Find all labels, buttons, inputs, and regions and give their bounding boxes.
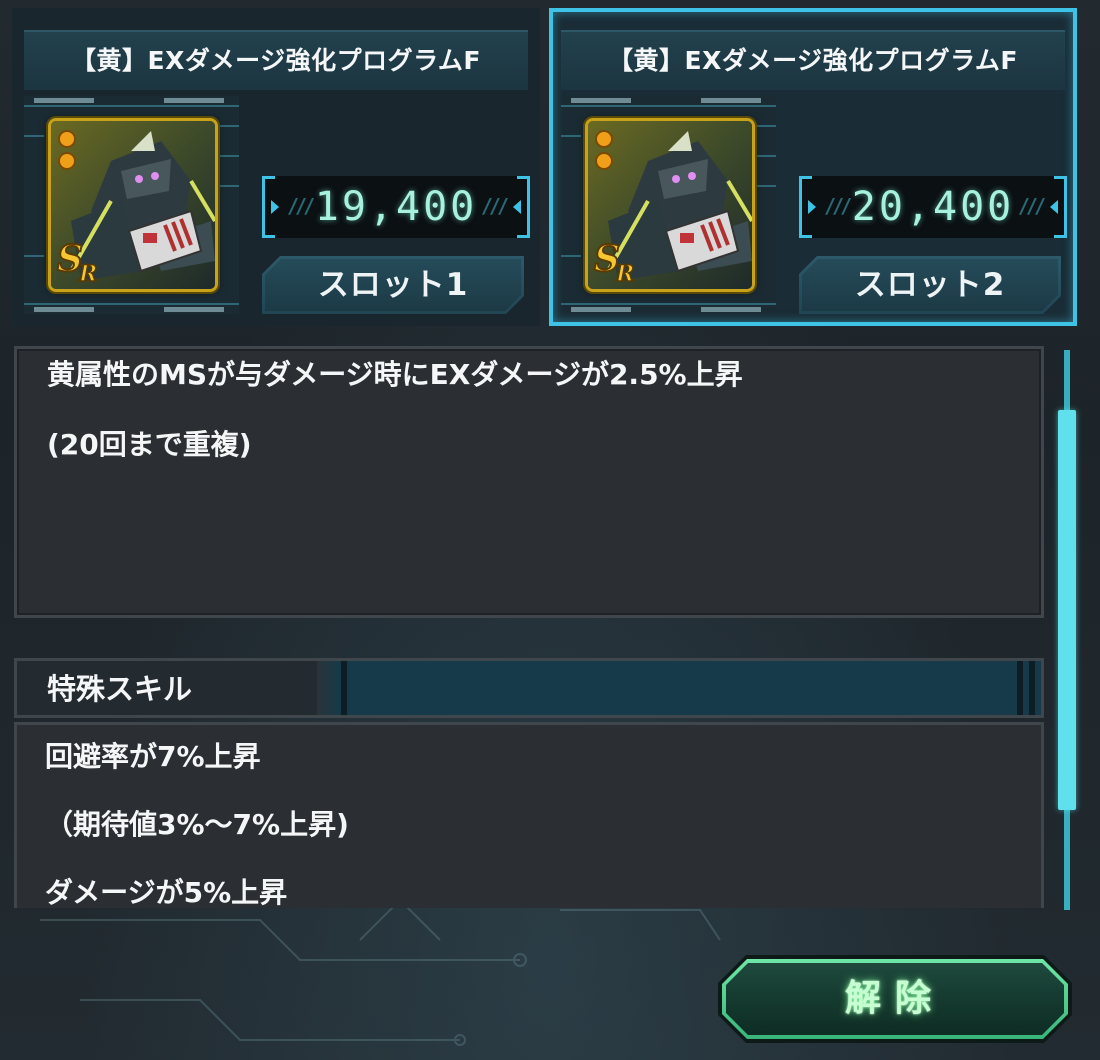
special-skill-line: （期待値3%～7%上昇) <box>45 808 349 841</box>
svg-text:R: R <box>615 261 634 287</box>
special-skill-header: 特殊スキル <box>14 658 1044 718</box>
mobile-suit-portrait: S R <box>51 121 215 289</box>
score-display: /// 19,400 /// <box>262 176 530 238</box>
item-box: S R <box>561 96 776 314</box>
score-arrow-icon <box>513 200 521 214</box>
special-skill-line: 回避率が7%上昇 <box>45 740 261 773</box>
slot-button-label: スロット2 <box>854 267 1006 303</box>
slot-card-2[interactable]: 【黄】EXダメージ強化プログラムF S R /// 20,400 /// スロッ… <box>549 8 1077 326</box>
item-box: S R <box>24 96 239 314</box>
score-arrow-icon <box>1050 200 1058 214</box>
score-stripe-decoration: /// <box>480 194 509 218</box>
slot-button-1[interactable]: スロット1 <box>262 256 524 314</box>
description-line: 黄属性のMSが与ダメージ時にEXダメージが2.5%上昇 <box>47 358 743 391</box>
score-display: /// 20,400 /// <box>799 176 1067 238</box>
slot-card-title-text: 【黄】EXダメージ強化プログラムF <box>71 46 481 75</box>
slot-button-2[interactable]: スロット2 <box>799 256 1061 314</box>
program-item-portrait[interactable]: S R <box>48 118 218 292</box>
slot-card-title: 【黄】EXダメージ強化プログラムF <box>561 30 1065 90</box>
mobile-suit-portrait: S R <box>588 121 752 289</box>
description-panel: 黄属性のMSが与ダメージ時にEXダメージが2.5%上昇 (20回まで重複) <box>14 346 1044 618</box>
description-line: (20回まで重複) <box>47 428 252 461</box>
scrollbar-thumb[interactable] <box>1058 410 1076 810</box>
svg-text:R: R <box>78 261 97 287</box>
slot-card-1[interactable]: 【黄】EXダメージ強化プログラムF S R /// 19,400 /// スロッ… <box>12 8 540 326</box>
special-skill-line: ダメージが5%上昇 <box>45 876 288 908</box>
special-skill-panel: 回避率が7%上昇 （期待値3%～7%上昇) ダメージが5%上昇 <box>14 722 1044 908</box>
slot-card-title-text: 【黄】EXダメージ強化プログラムF <box>608 46 1018 75</box>
program-item-portrait[interactable]: S R <box>585 118 755 292</box>
slot-button-label: スロット1 <box>317 267 469 303</box>
special-skill-title: 特殊スキル <box>47 672 193 706</box>
slot-card-title: 【黄】EXダメージ強化プログラムF <box>24 30 528 90</box>
release-button-label: 解除 <box>844 978 945 1019</box>
release-button[interactable]: 解除 <box>718 955 1072 1043</box>
score-stripe-decoration: /// <box>1017 194 1046 218</box>
